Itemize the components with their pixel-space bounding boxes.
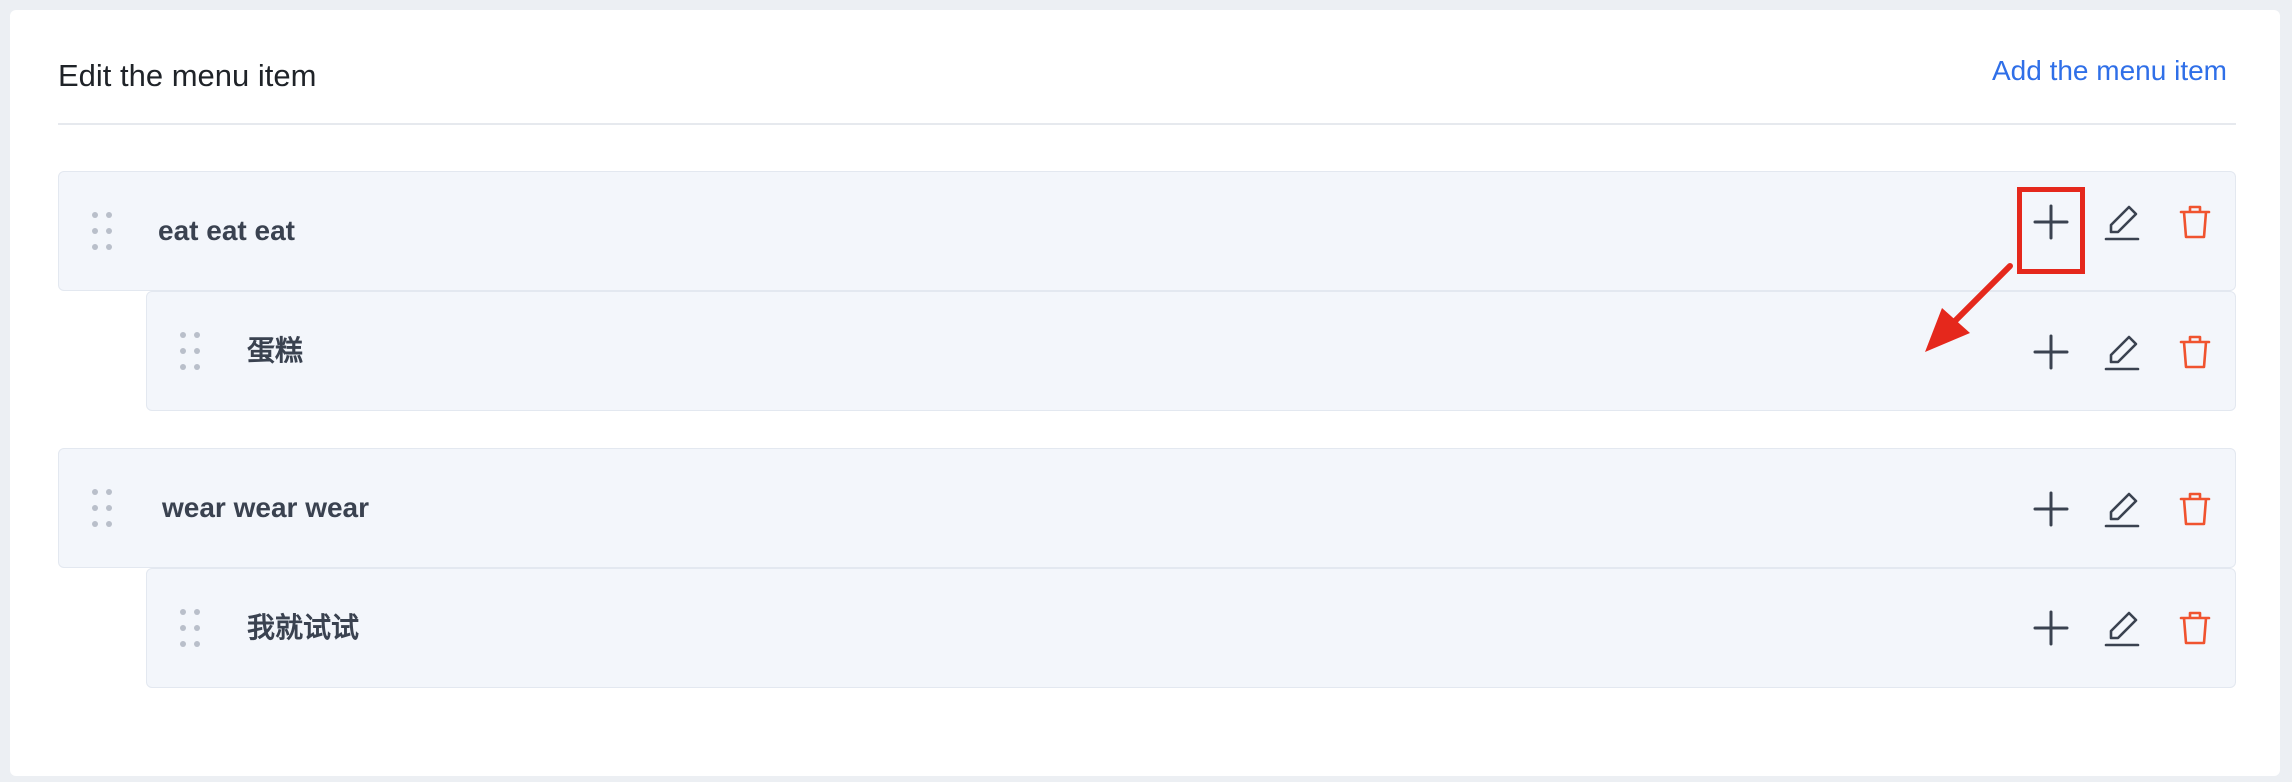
add-menu-item-link[interactable]: Add the menu item <box>1992 57 2227 85</box>
add-submenu-button[interactable] <box>2030 331 2072 373</box>
menu-item-label: 我就试试 <box>247 612 360 643</box>
annotation-highlight-box <box>2017 187 2085 274</box>
menu-subitem-row: 我就试试 <box>146 568 2236 688</box>
add-submenu-button[interactable] <box>2030 488 2072 530</box>
divider <box>58 123 2236 125</box>
menu-item-row: eat eat eat <box>58 171 2236 291</box>
drag-handle-icon[interactable] <box>180 332 202 372</box>
edit-button[interactable] <box>2102 201 2144 243</box>
page-title: Edit the menu item <box>58 58 317 93</box>
drag-handle-icon[interactable] <box>92 489 114 529</box>
menu-item-row: wear wear wear <box>58 448 2236 568</box>
menu-item-label: wear wear wear <box>162 492 370 523</box>
delete-button[interactable] <box>2174 201 2216 243</box>
edit-button[interactable] <box>2102 488 2144 530</box>
menu-subitem-row: 蛋糕 <box>146 291 2236 411</box>
menu-editor-card: Edit the menu item Add the menu item eat… <box>10 10 2280 776</box>
menu-item-label: eat eat eat <box>158 215 295 246</box>
drag-handle-icon[interactable] <box>180 609 202 649</box>
add-submenu-button[interactable] <box>2030 607 2072 649</box>
delete-button[interactable] <box>2174 488 2216 530</box>
delete-button[interactable] <box>2174 607 2216 649</box>
menu-item-label: 蛋糕 <box>247 335 304 366</box>
delete-button[interactable] <box>2174 331 2216 373</box>
drag-handle-icon[interactable] <box>92 212 114 252</box>
edit-button[interactable] <box>2102 331 2144 373</box>
edit-button[interactable] <box>2102 607 2144 649</box>
